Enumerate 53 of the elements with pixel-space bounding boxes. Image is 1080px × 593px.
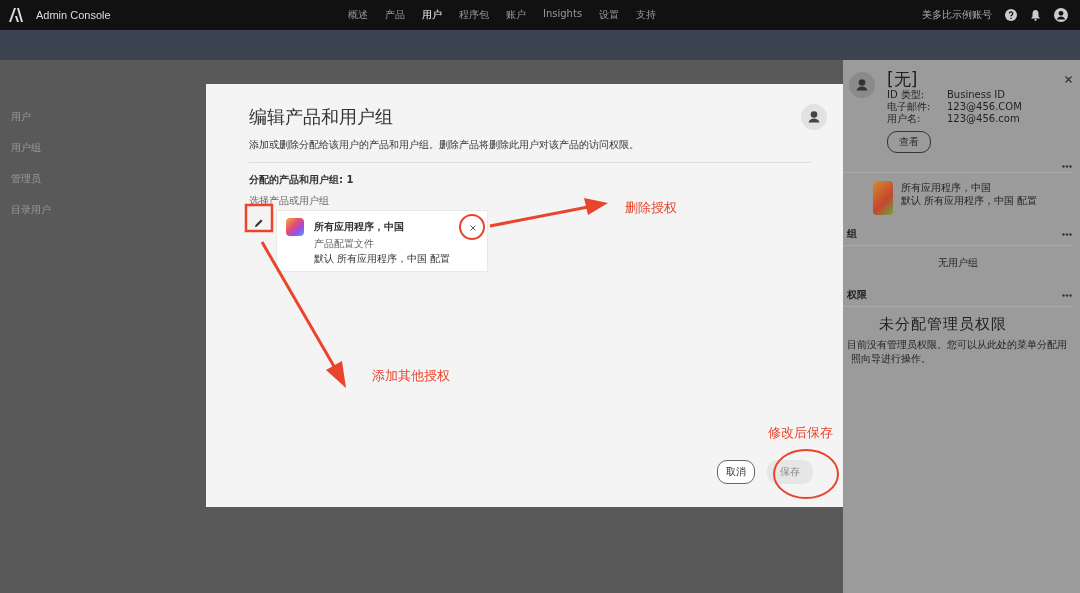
highlight-circle [459,214,485,240]
product-icon [873,181,893,215]
admin-status-title: 未分配管理员权限 [878,314,1008,335]
nav-tab[interactable]: 概述 [348,8,368,22]
annotation-label: 删除授权 [625,199,677,217]
empty-message: 无用户组 [936,256,979,270]
app-title: Admin Console [36,9,111,21]
nav-tab[interactable]: 支持 [636,8,657,22]
product-profile: 默认 所有应用程序，中国 配置 [314,252,452,266]
section-title: 组 [847,227,857,241]
more-icon[interactable] [1062,293,1072,297]
product-profile: 默认 所有应用程序，中国 配置 [901,194,1038,207]
pencil-icon [254,218,264,228]
nav-tab[interactable]: 账户 [506,8,526,22]
avatar-icon[interactable] [1054,8,1068,22]
field-label: 用户名: [887,113,922,125]
assigned-count: 分配的产品和用户组: 1 [249,173,354,187]
field-value: 123@456.COM [947,101,1022,113]
logo-icon [8,7,24,23]
user-avatar-icon [801,104,827,130]
more-icon[interactable] [1062,165,1072,168]
nav-tab[interactable]: 产品 [385,8,405,22]
nav-tab[interactable]: 用户 [422,8,442,22]
field-value: Business ID [947,89,1005,101]
close-icon [470,225,476,231]
product-name: 所有应用程序，中国 [901,181,992,194]
annotation-label: 添加其他授权 [372,367,450,385]
cancel-button[interactable]: 取消 [717,460,755,484]
close-icon[interactable] [1065,76,1072,83]
product-icon [286,218,304,236]
more-icon[interactable] [1062,232,1072,236]
admin-status-text: 目前没有管理员权限。您可以从此处的菜单分配用 [846,338,1068,352]
highlight-circle [773,449,839,499]
section-title: 权限 [847,288,867,302]
dialog-description: 添加或删除分配给该用户的产品和用户组。删除产品将删除此用户对该产品的访问权限。 [249,138,640,152]
field-label: ID 类型: [887,89,926,101]
nav-tab[interactable]: Insights [543,8,583,22]
annotation-label: 修改后保存 [768,424,833,442]
dialog-title: 编辑产品和用户组 [249,105,393,129]
view-button[interactable]: 查看 [887,131,931,153]
account-switcher[interactable]: 美多比示例账号 [922,8,992,22]
field-label: 电子邮件: [887,101,932,113]
product-name: 所有应用程序，中国 [314,220,405,234]
nav-tab[interactable]: 程序包 [459,8,489,22]
highlight-frame [244,203,274,233]
help-icon[interactable] [1005,9,1017,21]
user-avatar-icon [849,72,875,98]
product-type: 产品配置文件 [314,237,375,251]
admin-status-text: 照向导进行操作。 [850,352,932,366]
bell-icon[interactable] [1030,9,1041,21]
field-value: 123@456.com [947,113,1020,125]
user-name: [无] [887,70,919,89]
nav-tab[interactable]: 设置 [599,8,620,22]
